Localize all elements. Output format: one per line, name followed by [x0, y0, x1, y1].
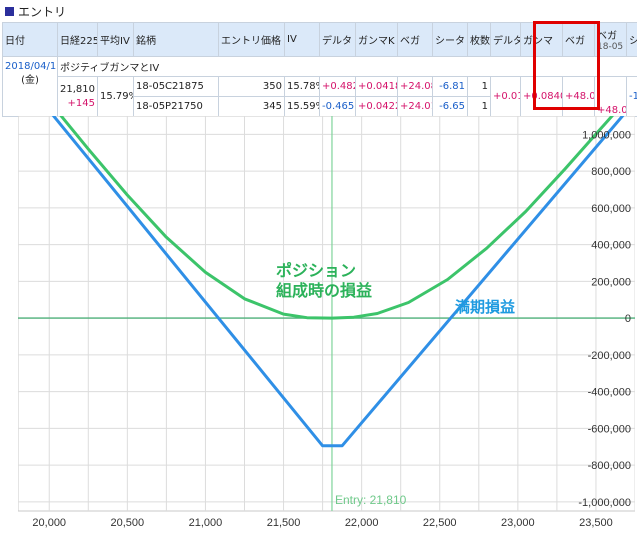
col-avg-iv: 平均IV [97, 22, 134, 57]
col-vega: ベガ [397, 22, 433, 57]
x-tick-label: 21,500 [267, 517, 301, 529]
col-qty: 枚数 [467, 22, 491, 57]
row1-iv: 15.78% [284, 76, 320, 97]
row1-price: 350 [218, 76, 285, 97]
row2-delta: -0.465 [319, 96, 356, 117]
col-symbol: 銘柄 [133, 22, 219, 57]
y-tick-label: 600,000 [591, 203, 631, 215]
total-theta: -13.46 [626, 76, 637, 117]
nikkei-value: 21,810 [60, 83, 95, 95]
entry-square-icon [5, 6, 14, 16]
y-tick-label: -1,000,000 [578, 497, 631, 509]
entry-date-cell: 2018/04/13 (金) [2, 56, 58, 117]
y-tick-label: -600,000 [588, 423, 631, 435]
x-tick-label: 20,000 [32, 517, 66, 529]
pnl-chart: 1,000,000 800,000 600,000 400,000 200,000 0 -2… [18, 116, 635, 529]
avg-iv-value: 15.79% [97, 76, 134, 117]
col-delta: デルタ [319, 22, 356, 57]
y-tick-label: 400,000 [591, 240, 631, 252]
row2-price: 345 [218, 96, 285, 117]
total-delta: +0.017 [490, 76, 521, 117]
y-tick-label: 200,000 [591, 276, 631, 288]
y-tick-label: -400,000 [588, 387, 631, 399]
entry-section-header: エントリ [2, 2, 66, 20]
row2-theta: -6.65 [432, 96, 468, 117]
row2-iv: 15.59% [284, 96, 320, 117]
nikkei-cell: 21,810 +145 [57, 76, 98, 117]
entry-title: エントリ [18, 4, 67, 19]
row2-vega: +24.01 [397, 96, 433, 117]
col-entry-price: エントリ価格 [218, 22, 285, 57]
col-total-theta: シータ [626, 22, 637, 57]
col-total-delta: デルタ [490, 22, 521, 57]
col-vega-1805-label: ベガ [597, 30, 617, 42]
y-tick-label: 1,000,000 [582, 129, 631, 141]
green-label-line1: ポジション [276, 261, 356, 280]
row1-gamma: +0.0418 [355, 76, 398, 97]
y-tick-label: 0 [625, 313, 631, 325]
blue-label: 満期損益 [455, 298, 515, 316]
nikkei-change: +145 [67, 97, 95, 109]
y-tick-label: -200,000 [588, 350, 631, 362]
y-tick-label: 800,000 [591, 166, 631, 178]
green-label-line2: 組成時の損益 [276, 281, 372, 300]
y-tick-label: -800,000 [588, 460, 631, 472]
row1-delta: +0.482 [319, 76, 356, 97]
x-tick-label: 22,500 [423, 517, 457, 529]
row2-symbol: 18-05P21750 [133, 96, 219, 117]
x-tick-label: 22,000 [345, 517, 379, 529]
row2-gamma: +0.0422 [355, 96, 398, 117]
col-gamma-k: ガンマK [355, 22, 398, 57]
col-nikkei: 日経225 [57, 22, 98, 57]
row1-symbol: 18-05C21875 [133, 76, 219, 97]
row2-qty: 1 [467, 96, 491, 117]
x-tick-label: 21,000 [189, 517, 223, 529]
entry-weekday: (金) [21, 75, 39, 86]
x-tick-label: 23,500 [579, 517, 613, 529]
col-theta: シータ [432, 22, 468, 57]
entry-label: Entry: 21,810 [335, 493, 407, 507]
row1-vega: +24.08 [397, 76, 433, 97]
x-tick-label: 20,500 [111, 517, 145, 529]
row1-theta: -6.81 [432, 76, 468, 97]
col-iv: IV [284, 22, 320, 57]
col-vega-1805-month: 18-05 [597, 41, 624, 52]
col-date: 日付 [2, 22, 58, 57]
row1-qty: 1 [467, 76, 491, 97]
x-tick-label: 23,000 [501, 517, 535, 529]
entry-date-link[interactable]: 2018/04/13 [5, 61, 57, 72]
vega-highlight-box [533, 21, 600, 110]
